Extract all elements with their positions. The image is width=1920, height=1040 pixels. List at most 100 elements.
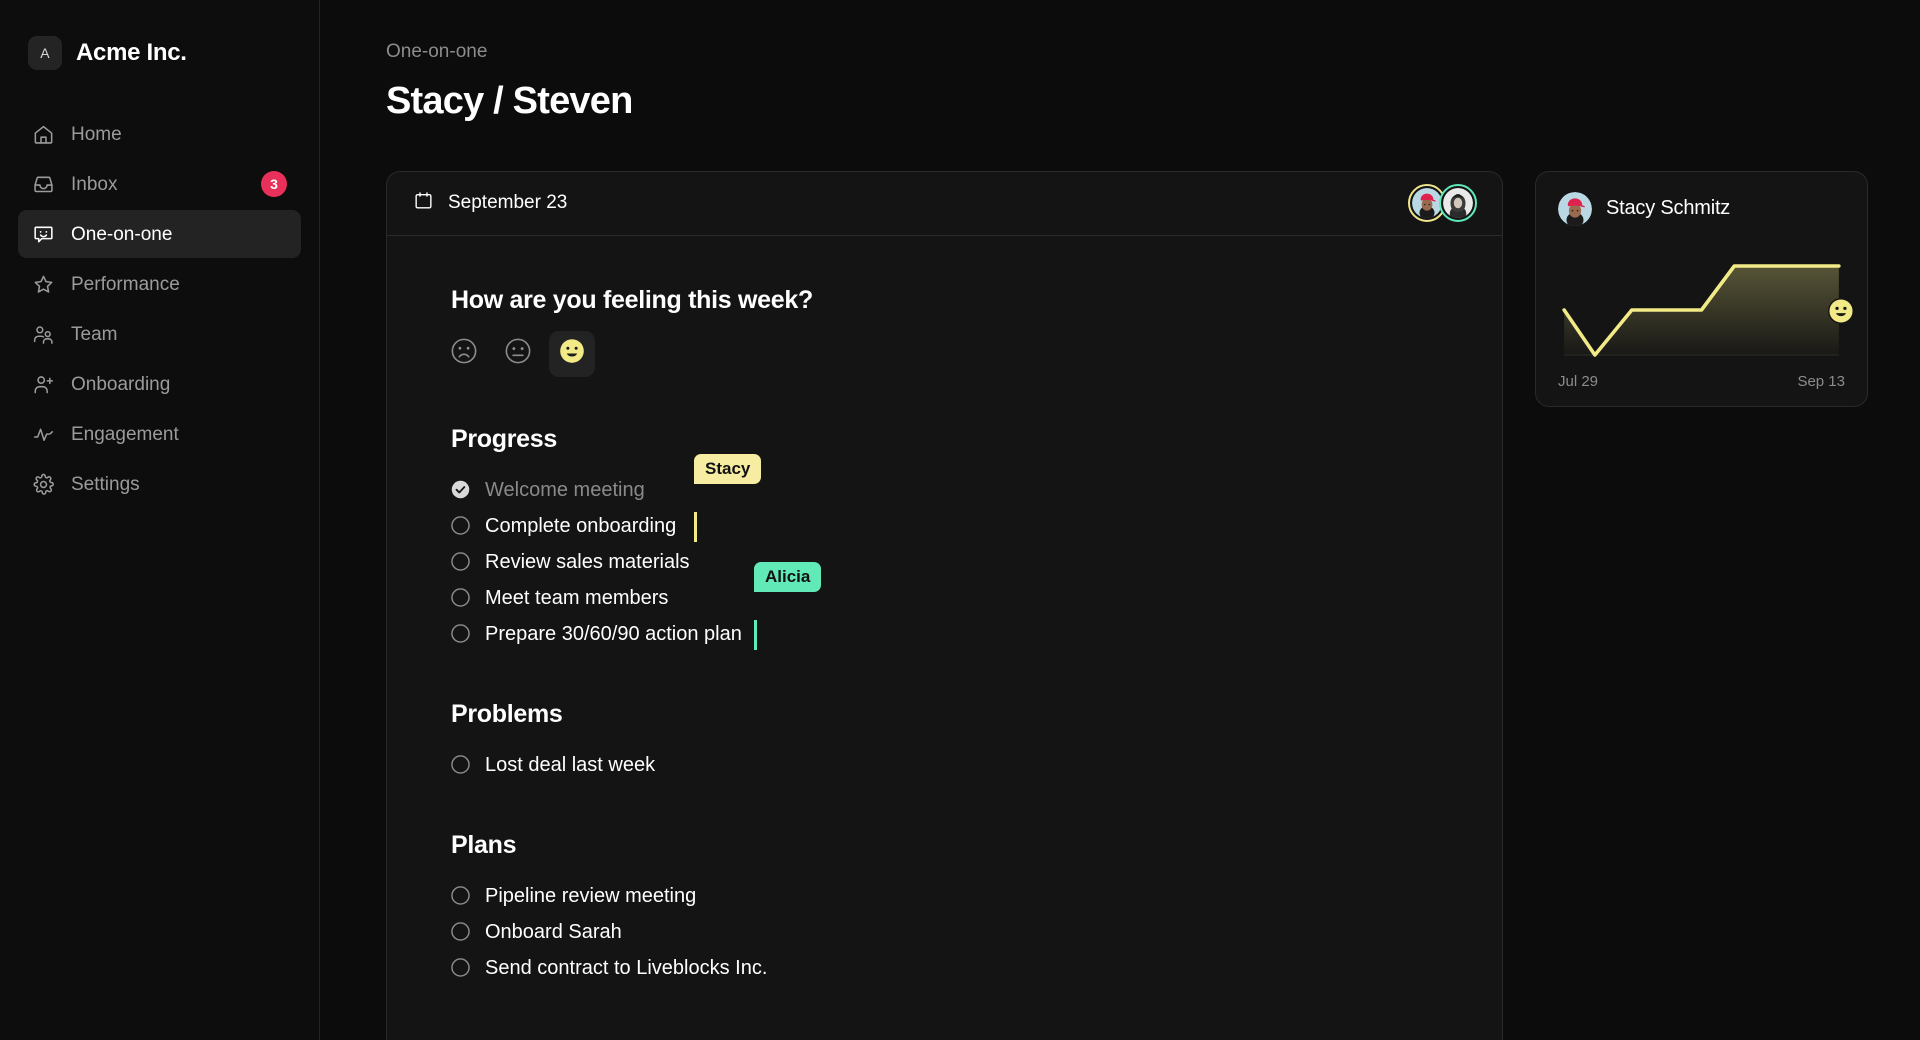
todo-item[interactable]: Meet team members [451, 580, 1476, 616]
calendar-icon [413, 190, 434, 217]
cursor-caret [754, 619, 757, 650]
app-root: A Acme Inc. Home Inbox 3 One-on-one Perf… [0, 0, 1920, 1040]
sidebar-item-label: Inbox [71, 173, 118, 195]
inbox-badge-count: 3 [261, 171, 287, 197]
section-title: Problems [451, 699, 563, 728]
sad-face-icon [449, 336, 479, 371]
chart-end-label: Sep 13 [1797, 372, 1845, 390]
todo-text: Complete onboarding [485, 514, 677, 537]
sidebar-item-engagement[interactable]: Engagement [18, 410, 301, 458]
checkbox-unchecked-icon[interactable] [451, 886, 470, 906]
page-title: Stacy / Steven [386, 80, 633, 122]
todo-list: Pipeline review meeting Onboard Sarah Se… [451, 878, 1476, 986]
checkbox-unchecked-icon[interactable] [451, 552, 470, 572]
cursor-caret [694, 511, 697, 542]
checkbox-unchecked-icon[interactable] [451, 588, 470, 608]
todo-list: Welcome meeting Complete onboarding Stac… [451, 453, 1476, 652]
document-date[interactable]: September 23 [413, 190, 567, 217]
sidebar-item-performance[interactable]: Performance [18, 260, 301, 308]
checkbox-unchecked-icon[interactable] [451, 624, 470, 644]
sidebar-item-team[interactable]: Team [18, 310, 301, 358]
user-plus-icon [32, 373, 55, 396]
avatar-image [1412, 188, 1442, 219]
mood-trend-card: Stacy Schmitz Jul 29 Sep 13 [1535, 170, 1868, 407]
breadcrumb[interactable]: One-on-one [386, 42, 1920, 61]
checkbox-unchecked-icon[interactable] [451, 755, 470, 775]
avatar-image [1443, 188, 1473, 219]
inbox-icon [32, 173, 55, 196]
section-title: Progress [451, 424, 557, 453]
todo-text: Review sales materials [485, 550, 690, 573]
sidebar-item-onboarding[interactable]: Onboarding [18, 360, 301, 408]
users-icon [32, 323, 55, 346]
sidebar-item-home[interactable]: Home [18, 110, 301, 158]
mood-block: How are you feeling this week? [451, 286, 1476, 377]
side-panel: Stacy Schmitz Jul 29 Sep 13 [1535, 170, 1868, 1040]
todo-text: Prepare 30/60/90 action plan [485, 622, 742, 645]
brand-name: Acme Inc. [76, 39, 187, 66]
mood-trend-header: Stacy Schmitz [1558, 191, 1845, 226]
sidebar: A Acme Inc. Home Inbox 3 One-on-one Perf… [0, 0, 320, 1040]
mood-trend-person: Stacy Schmitz [1606, 197, 1731, 220]
chart-endpoint-happy-face-icon [1827, 252, 1855, 324]
sidebar-item-label: Team [71, 323, 118, 345]
sidebar-item-label: Engagement [71, 423, 179, 445]
todo-item[interactable]: Lost deal last week [451, 747, 1476, 783]
section-problems: Problems Lost deal last week [451, 700, 1476, 783]
content-row: September 23 How are you feeling this we… [320, 170, 1920, 1040]
mood-option-happy[interactable] [549, 330, 595, 377]
sidebar-item-inbox[interactable]: Inbox 3 [18, 160, 301, 208]
chart-axis-labels: Jul 29 Sep 13 [1558, 373, 1845, 390]
checkbox-unchecked-icon[interactable] [451, 922, 470, 942]
todo-item[interactable]: Send contract to Liveblocks Inc. [451, 950, 1476, 986]
document-body: How are you feeling this week? Progress … [387, 236, 1502, 1040]
presence-avatars [1408, 184, 1477, 223]
todo-text: Onboard Sarah [485, 920, 622, 943]
todo-text: Pipeline review meeting [485, 884, 697, 907]
sidebar-item-label: One-on-one [71, 223, 173, 245]
sidebar-item-label: Onboarding [71, 373, 171, 395]
brand-logo: A [28, 36, 62, 70]
home-icon [32, 123, 55, 146]
gear-icon [32, 473, 55, 496]
checkbox-checked-icon[interactable] [451, 480, 470, 499]
checkbox-unchecked-icon[interactable] [451, 516, 470, 536]
checkbox-unchecked-icon[interactable] [451, 958, 470, 978]
todo-list: Lost deal last week [451, 747, 1476, 783]
todo-item[interactable]: Review sales materials [451, 544, 1476, 580]
mood-question: How are you feeling this week? [451, 285, 813, 314]
happy-face-icon [557, 336, 587, 371]
main-content: One-on-one Stacy / Steven September 23 H… [320, 0, 1920, 1040]
todo-item[interactable]: Prepare 30/60/90 action plan Alicia [451, 561, 1476, 652]
section-title: Plans [451, 830, 517, 859]
todo-item[interactable]: Pipeline review meeting [451, 878, 1476, 914]
brand[interactable]: A Acme Inc. [18, 22, 301, 78]
chart-start-label: Jul 29 [1558, 372, 1599, 390]
todo-item[interactable]: Welcome meeting [451, 472, 1476, 508]
sidebar-item-label: Home [71, 123, 122, 145]
avatar-stacy-schmitz [1558, 191, 1592, 226]
activity-pulse-icon [32, 423, 55, 446]
todo-text: Send contract to Liveblocks Inc. [485, 956, 768, 979]
todo-item[interactable]: Complete onboarding Stacy [451, 453, 1476, 544]
one-on-one-document-card: September 23 How are you feeling this we… [386, 170, 1503, 1040]
sidebar-item-label: Settings [71, 473, 140, 495]
neutral-face-icon [503, 336, 533, 371]
sidebar-item-one-on-one[interactable]: One-on-one [18, 210, 301, 258]
mood-option-neutral[interactable] [495, 331, 541, 377]
mood-option-sad[interactable] [441, 331, 487, 377]
todo-item[interactable]: Onboard Sarah [451, 914, 1476, 950]
section-plans: Plans Pipeline review meeting Onboard Sa… [451, 831, 1476, 986]
sidebar-item-settings[interactable]: Settings [18, 460, 301, 508]
todo-text: Welcome meeting [485, 478, 645, 501]
todo-text: Meet team members [485, 586, 669, 609]
document-toolbar: September 23 [387, 172, 1502, 236]
avatar-steven[interactable] [1439, 184, 1477, 223]
page-header: One-on-one Stacy / Steven [320, 42, 1920, 123]
sidebar-item-label: Performance [71, 273, 180, 295]
mood-trend-chart [1558, 248, 1854, 366]
sidebar-nav: Home Inbox 3 One-on-one Performance Team… [18, 110, 301, 508]
mood-options [441, 330, 1476, 377]
chat-smile-icon [32, 223, 55, 246]
mood-trend-line-chart [1558, 248, 1845, 366]
